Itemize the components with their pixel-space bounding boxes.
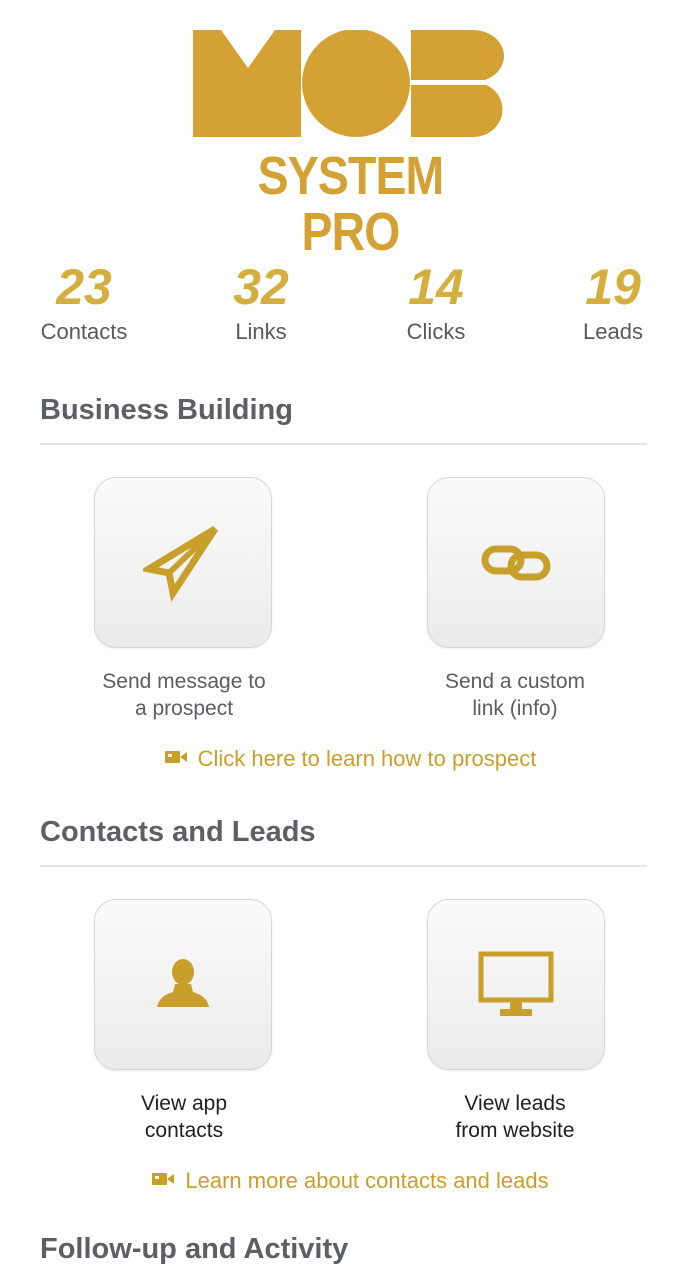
- learn-contacts-leads-link[interactable]: Learn more about contacts and leads: [0, 1167, 700, 1196]
- mob-logo-mark: [193, 30, 504, 137]
- paper-plane-icon: [143, 525, 218, 602]
- view-app-contacts-button[interactable]: [94, 899, 272, 1070]
- learn-prospect-link[interactable]: Click here to learn how to prospect: [0, 745, 700, 774]
- section-title-next: Follow-up and Activity: [40, 1233, 349, 1265]
- label-line: Send message to: [102, 670, 266, 693]
- send-custom-link-label: Send a custom link (info): [395, 668, 635, 722]
- user-icon: [157, 958, 209, 1007]
- stat-value: 14: [408, 259, 464, 315]
- stat-clicks[interactable]: 14 Clicks: [366, 258, 506, 346]
- send-message-label: Send message to a prospect: [64, 668, 304, 722]
- label-line: View app: [140, 1092, 227, 1115]
- section-divider: [40, 443, 647, 445]
- view-website-leads-button[interactable]: [427, 899, 605, 1070]
- stat-value: 19: [585, 259, 641, 315]
- learn-prospect-text: Click here to learn how to prospect: [197, 746, 537, 771]
- label-line: link (info): [472, 697, 558, 720]
- link-icon: [481, 545, 551, 580]
- stat-value: 23: [56, 259, 112, 315]
- label-line: a prospect: [134, 697, 234, 720]
- stat-label: Leads: [583, 319, 643, 344]
- label-line: contacts: [144, 1119, 224, 1142]
- send-custom-link-button[interactable]: [427, 477, 605, 648]
- stat-links[interactable]: 32 Links: [191, 258, 331, 346]
- stat-value: 32: [233, 259, 289, 315]
- label-line: View leads: [464, 1092, 566, 1115]
- label-line: Send a custom: [444, 670, 586, 693]
- view-website-leads-label: View leads from website: [395, 1090, 635, 1144]
- logo-subtitle: SYSTEM PRO: [257, 146, 445, 262]
- stat-label: Clicks: [406, 319, 466, 344]
- section-title-contacts: Contacts and Leads: [40, 816, 316, 848]
- video-camera-icon: [151, 1166, 175, 1194]
- stat-contacts[interactable]: 23 Contacts: [14, 258, 154, 346]
- section-title-business: Business Building: [40, 394, 293, 426]
- mob-system-pro-logo: SYSTEM PRO: [193, 30, 508, 260]
- label-line: from website: [455, 1119, 575, 1142]
- section-divider: [40, 865, 647, 867]
- learn-contacts-leads-text: Learn more about contacts and leads: [185, 1168, 549, 1193]
- stat-label: Contacts: [40, 319, 128, 344]
- video-camera-icon: [164, 744, 188, 772]
- send-message-button[interactable]: [94, 477, 272, 648]
- stat-leads[interactable]: 19 Leads: [543, 258, 683, 346]
- view-app-contacts-label: View app contacts: [64, 1090, 304, 1144]
- stat-label: Links: [235, 319, 287, 344]
- monitor-icon: [478, 951, 554, 1016]
